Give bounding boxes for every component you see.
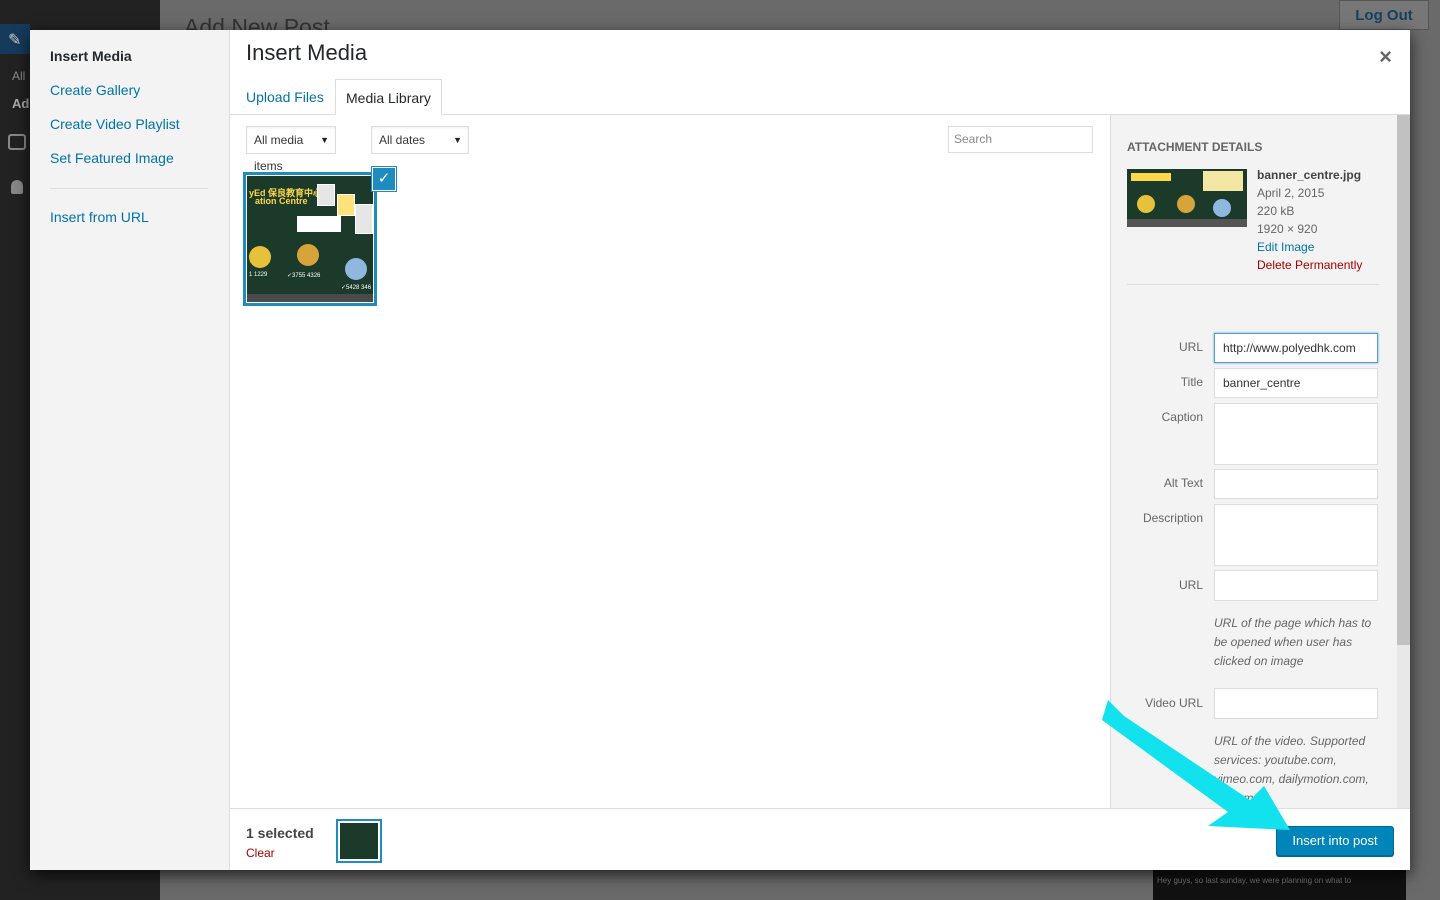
insert-media-modal: Insert Media Create Gallery Create Video…: [30, 30, 1410, 870]
sidebar-scrollbar-thumb[interactable]: [1397, 115, 1410, 645]
preview-footer: [1127, 219, 1247, 227]
insert-into-post-button[interactable]: Insert into post: [1276, 826, 1394, 856]
admin-menu-text: All: [12, 69, 26, 83]
menu-separator: [50, 188, 208, 189]
preview-circle: [1213, 199, 1231, 217]
video-url-label: Video URL: [1145, 696, 1203, 710]
tab-upload-files[interactable]: Upload Files: [236, 79, 334, 115]
banner-image: yEd 保良教育中心 ation Centre 1 1229 ✓3755 432…: [247, 176, 373, 302]
menu-item-insert-media[interactable]: Insert Media: [50, 48, 132, 64]
router-tabs: Upload Files Media Library: [230, 78, 1410, 115]
logout-button: Log Out: [1339, 0, 1429, 30]
media-toolbar: 1 selected Clear Insert into post: [230, 808, 1410, 870]
selection-count: 1 selected: [246, 825, 314, 841]
link-url-hint: URL of the page which has to be opened w…: [1214, 616, 1372, 668]
details-separator: [1127, 284, 1379, 285]
banner-tel: 1 1229: [249, 272, 268, 278]
attachment-size: 220 kB: [1257, 204, 1295, 218]
banner-circle: [249, 246, 271, 268]
media-frame-menu: Insert Media Create Gallery Create Video…: [30, 30, 230, 870]
preview-photo: [1203, 171, 1243, 191]
description-label: Description: [1142, 511, 1203, 525]
banner-tel: ✓3755 4326: [287, 273, 321, 279]
media-type-filter-value: All media items: [254, 133, 304, 173]
media-type-filter[interactable]: All media items ▼: [246, 126, 336, 173]
tab-media-library[interactable]: Media Library: [335, 79, 442, 115]
alt-text-label: Alt Text: [1163, 476, 1203, 490]
attachment-info: banner_centre.jpg April 2, 2015 220 kB 1…: [1257, 166, 1362, 274]
caption-field[interactable]: [1214, 403, 1378, 465]
attachment-preview: [1127, 169, 1247, 227]
search-input[interactable]: Search: [948, 126, 1093, 153]
selection-thumbnail-image: [340, 823, 378, 859]
frame-title: Insert Media: [246, 40, 368, 65]
attachment-details-heading: ATTACHMENT DETAILS: [1127, 140, 1263, 154]
close-icon[interactable]: ×: [1379, 44, 1392, 70]
attachment-details-sidebar: ATTACHMENT DETAILS banner_centre.jpg Apr…: [1110, 115, 1410, 808]
video-caption-strip: Hey guys, so last sunday, we were planni…: [1153, 868, 1406, 900]
admin-menu-text: Ad: [12, 96, 30, 111]
attachment-filename: banner_centre.jpg: [1257, 168, 1362, 182]
banner-circle: [297, 244, 319, 266]
edit-image-link[interactable]: Edit Image: [1257, 238, 1362, 256]
date-filter-value: All dates: [379, 133, 426, 147]
dropdown-arrow-icon: ▼: [453, 135, 462, 145]
menu-item-insert-from-url[interactable]: Insert from URL: [50, 209, 149, 225]
banner-photo: [317, 184, 335, 206]
banner-photo: [355, 204, 373, 234]
alt-text-field[interactable]: [1214, 469, 1378, 499]
attachment-dimensions: 1920 × 920: [1257, 222, 1318, 236]
video-url-field[interactable]: [1214, 688, 1378, 719]
attachment-date: April 2, 2015: [1257, 186, 1325, 200]
selection-thumbnail[interactable]: [336, 819, 382, 863]
attachment-thumbnail[interactable]: yEd 保良教育中心 ation Centre 1 1229 ✓3755 432…: [243, 167, 396, 306]
preview-circle: [1137, 195, 1155, 213]
video-url-hint: URL of the video. Supported services: yo…: [1214, 734, 1369, 805]
pin-icon: ✎: [8, 32, 22, 49]
title-label: Title: [1180, 375, 1203, 389]
menu-item-create-gallery[interactable]: Create Gallery: [50, 82, 140, 98]
banner-subtitle: ation Centre: [255, 196, 308, 206]
banner-text-box: [297, 216, 341, 232]
banner-circle: [345, 258, 367, 280]
caption-label: Caption: [1161, 410, 1203, 424]
url-label: URL: [1178, 340, 1203, 354]
menu-item-set-featured-image[interactable]: Set Featured Image: [50, 150, 174, 166]
users-menu-icon: [11, 180, 23, 194]
media-library-content: All media items ▼ All dates ▼ Search yEd…: [230, 115, 1110, 808]
menu-item-create-video-playlist[interactable]: Create Video Playlist: [50, 116, 180, 132]
description-field[interactable]: [1214, 504, 1378, 566]
link-url-field[interactable]: [1214, 570, 1378, 601]
clear-selection-link[interactable]: Clear: [246, 846, 275, 860]
banner-footer-strip: [247, 294, 373, 302]
delete-permanently-link[interactable]: Delete Permanently: [1257, 256, 1362, 274]
link-url-label: URL: [1178, 578, 1203, 592]
date-filter[interactable]: All dates ▼: [371, 126, 469, 154]
url-field[interactable]: http://www.polyedhk.com: [1214, 333, 1378, 363]
media-menu-icon: [8, 134, 26, 150]
preview-circle: [1177, 195, 1195, 213]
check-icon[interactable]: ✓: [372, 167, 396, 191]
preview-title-bar: [1131, 173, 1171, 181]
dropdown-arrow-icon: ▼: [320, 135, 329, 145]
banner-tel: ✓5428 346: [341, 285, 372, 291]
banner-photo: [337, 194, 355, 216]
title-field[interactable]: banner_centre: [1214, 368, 1378, 398]
